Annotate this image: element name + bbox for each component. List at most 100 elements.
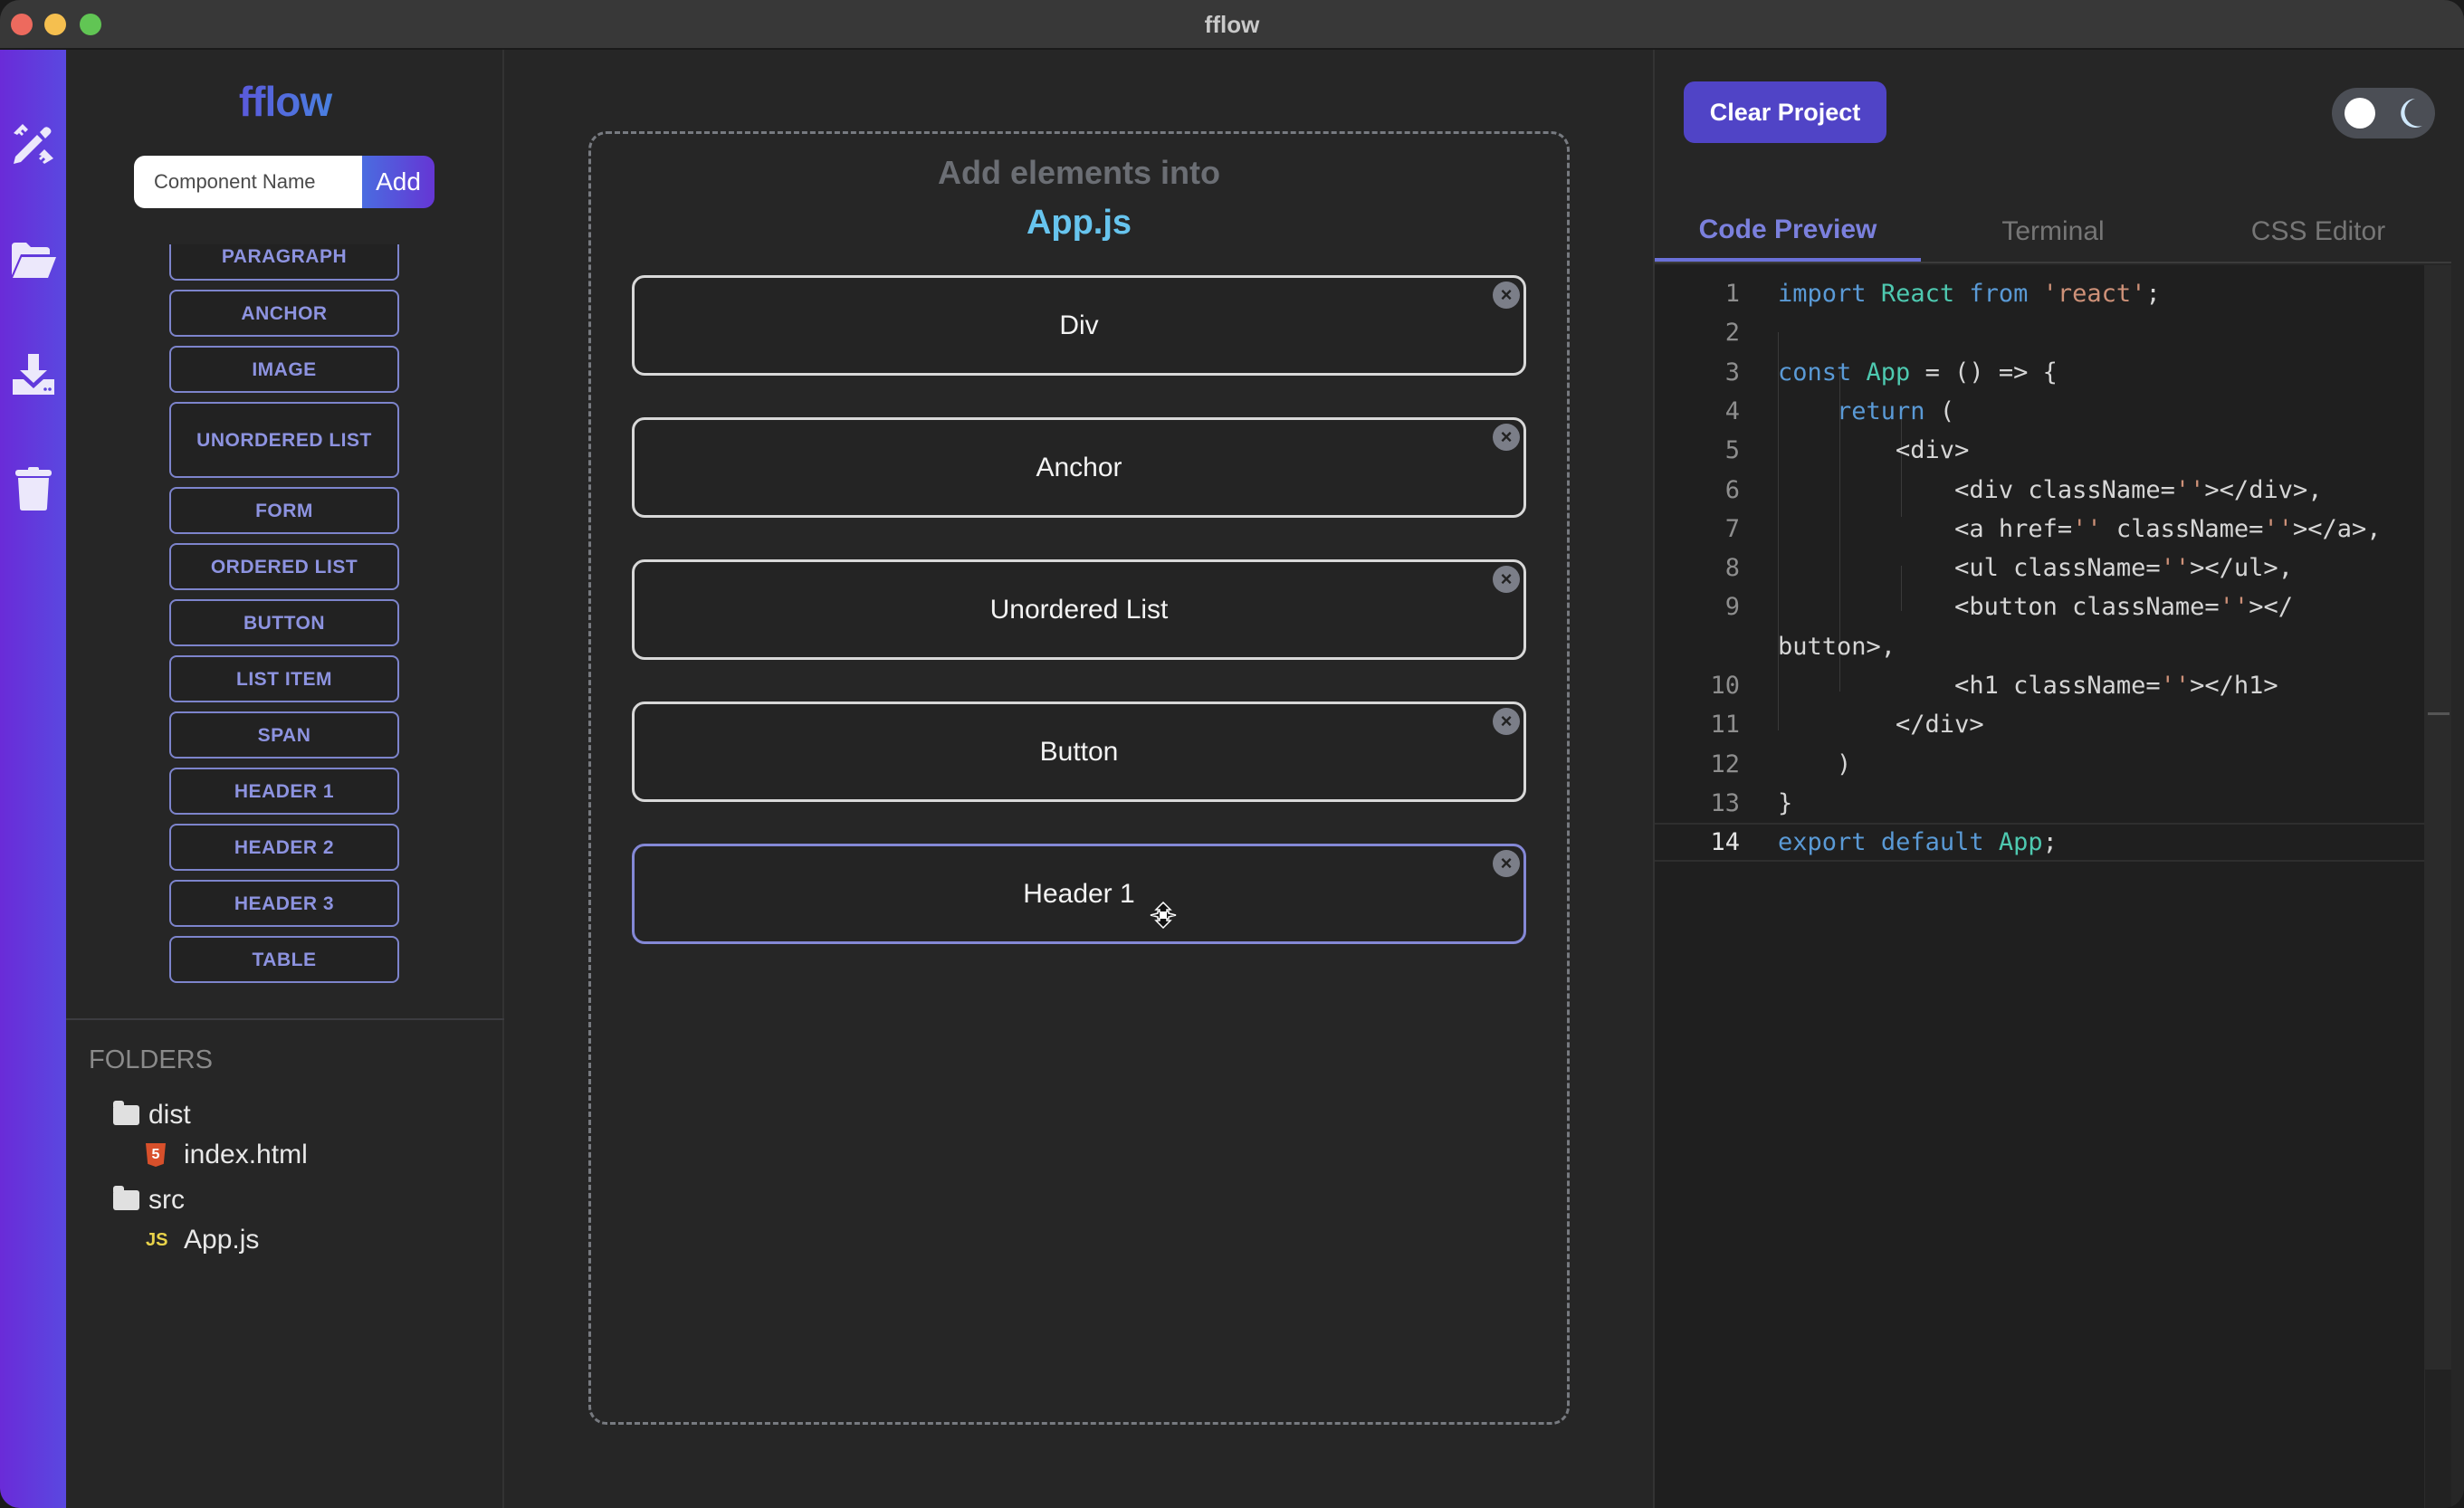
tree-folder-dist[interactable]: dist <box>113 1100 191 1131</box>
remove-element-icon[interactable]: × <box>1493 708 1520 735</box>
code-line[interactable]: 1 import React from 'react'; <box>1655 274 2451 313</box>
canvas-element-button[interactable]: Button × <box>632 702 1526 802</box>
component-button-header-1[interactable]: HEADER 1 <box>169 768 399 815</box>
window-title: fflow <box>1204 11 1260 38</box>
panel-tabs: Code Preview Terminal CSS Editor <box>1655 202 2451 263</box>
code-line[interactable]: 2 <box>1655 313 2451 352</box>
canvas-element-unordered-list[interactable]: Unordered List × <box>632 559 1526 660</box>
element-label: Button <box>1039 736 1119 767</box>
line-number: 5 <box>1724 436 1740 465</box>
line-number: 7 <box>1724 514 1740 543</box>
line-number: 9 <box>1724 593 1740 622</box>
design-tools-icon[interactable] <box>9 119 58 168</box>
trash-icon[interactable] <box>9 464 58 513</box>
code-line[interactable]: 8 <ul className=''></ul>, <box>1655 549 2451 587</box>
javascript-icon: JS <box>146 1229 168 1250</box>
code-line[interactable]: 4 return ( <box>1655 392 2451 431</box>
code-line[interactable]: 5 <div> <box>1655 431 2451 470</box>
remove-element-icon[interactable]: × <box>1493 282 1520 309</box>
code-line[interactable]: 7 <a href='' className=''></a>, <box>1655 510 2451 549</box>
component-button-anchor[interactable]: ANCHOR <box>169 290 399 337</box>
scrollbar-cursor-marker <box>2428 712 2450 715</box>
code-line[interactable]: 14 export default App; <box>1655 823 2451 863</box>
code-text: <a href='' className=''></a>, <box>1778 514 2382 543</box>
component-button-paragraph[interactable]: PARAGRAPH <box>169 244 399 281</box>
code-line[interactable]: button>, <box>1655 627 2451 666</box>
component-button-list[interactable]: PARAGRAPH ANCHOR IMAGE UNORDERED LIST FO… <box>169 244 399 1041</box>
code-line[interactable]: 13} <box>1655 784 2451 823</box>
code-text: import React from 'react'; <box>1778 280 2161 308</box>
theme-toggle[interactable] <box>2332 88 2435 138</box>
code-text: <div> <box>1778 436 1970 465</box>
line-number: 10 <box>1710 672 1740 700</box>
component-sidebar: fflow Add PARAGRAPH ANCHOR IMAGE UNORDER… <box>66 50 504 1508</box>
icon-bar <box>0 50 66 1508</box>
folder-open-icon[interactable] <box>9 236 58 285</box>
component-button-header-3[interactable]: HEADER 3 <box>169 880 399 927</box>
tree-item-label: index.html <box>184 1140 308 1169</box>
toggle-knob <box>2345 98 2375 129</box>
folders-heading: FOLDERS <box>89 1045 213 1074</box>
component-button-button[interactable]: BUTTON <box>169 599 399 646</box>
move-cursor-icon <box>1150 902 1177 929</box>
element-label: Unordered List <box>989 594 1169 625</box>
canvas-element-anchor[interactable]: Anchor × <box>632 417 1526 518</box>
code-text: export default App; <box>1778 828 2058 857</box>
component-button-span[interactable]: SPAN <box>169 711 399 759</box>
code-editor[interactable]: 1 import React from 'react'; 2 3 const App =… <box>1655 265 2451 1508</box>
code-line[interactable]: 9 <button className=''></ <box>1655 587 2451 626</box>
component-button-form[interactable]: FORM <box>169 487 399 534</box>
tree-file-index-html[interactable]: 5 index.html <box>146 1140 308 1170</box>
canvas-element-header-1[interactable]: Header 1 × <box>632 844 1526 944</box>
line-number: 3 <box>1724 358 1740 387</box>
canvas-element-div[interactable]: Div × <box>632 275 1526 376</box>
sidebar-divider <box>66 1018 504 1020</box>
code-text: const App = () => { <box>1778 358 2058 387</box>
component-name-input[interactable] <box>134 156 362 208</box>
remove-element-icon[interactable]: × <box>1493 850 1520 877</box>
tab-code-preview[interactable]: Code Preview <box>1655 202 1921 262</box>
component-button-table[interactable]: TABLE <box>169 936 399 983</box>
editor-scrollbar-thumb[interactable] <box>2424 265 2451 1370</box>
add-component-button[interactable]: Add <box>362 156 435 208</box>
tree-item-label: App.js <box>184 1225 260 1255</box>
code-text: <h1 className=''></h1> <box>1778 672 2278 700</box>
line-number: 1 <box>1724 280 1740 308</box>
component-button-list-item[interactable]: LIST ITEM <box>169 655 399 702</box>
clear-project-button[interactable]: Clear Project <box>1684 81 1886 143</box>
code-text: </div> <box>1778 711 1984 740</box>
code-text: return ( <box>1837 396 1955 425</box>
folder-icon <box>113 1186 139 1210</box>
code-line[interactable]: 6 <div className=''></div>, <box>1655 471 2451 510</box>
tree-item-label: dist <box>148 1100 191 1130</box>
tree-item-label: src <box>148 1185 185 1215</box>
tree-file-app-js[interactable]: JS App.js <box>146 1225 259 1255</box>
component-button-unordered-list[interactable]: UNORDERED LIST <box>169 402 399 478</box>
component-button-header-2[interactable]: HEADER 2 <box>169 824 399 871</box>
app-window: fflow fflow Component Name Add PARAGRAPH… <box>0 0 2464 1508</box>
download-icon[interactable] <box>9 350 58 399</box>
remove-element-icon[interactable]: × <box>1493 424 1520 451</box>
code-line[interactable]: 12 ) <box>1655 745 2451 784</box>
tree-folder-src[interactable]: src <box>113 1185 185 1216</box>
code-line[interactable]: 10 <h1 className=''></h1> <box>1655 666 2451 705</box>
code-line[interactable]: 11 </div> <box>1655 705 2451 744</box>
element-label: Header 1 <box>1023 878 1135 909</box>
line-number: 13 <box>1710 788 1740 817</box>
app-logo: fflow <box>66 77 504 126</box>
drop-canvas[interactable]: Add elements into App.js Div × Anchor × … <box>588 131 1570 1425</box>
tab-css-editor[interactable]: CSS Editor <box>2185 202 2451 262</box>
title-bar: fflow <box>0 0 2464 50</box>
remove-element-icon[interactable]: × <box>1493 566 1520 593</box>
code-text: } <box>1778 788 1793 817</box>
code-line[interactable]: 3 const App = () => { <box>1655 353 2451 392</box>
component-button-ordered-list[interactable]: ORDERED LIST <box>169 543 399 590</box>
line-number: 12 <box>1710 749 1740 778</box>
code-text: ) <box>1778 749 1852 778</box>
line-number: 11 <box>1710 711 1740 740</box>
element-label: Anchor <box>1036 452 1122 482</box>
tab-terminal[interactable]: Terminal <box>1921 202 2185 262</box>
component-button-image[interactable]: IMAGE <box>169 346 399 393</box>
code-text: button>, <box>1778 632 1896 661</box>
line-number: 8 <box>1724 554 1740 583</box>
